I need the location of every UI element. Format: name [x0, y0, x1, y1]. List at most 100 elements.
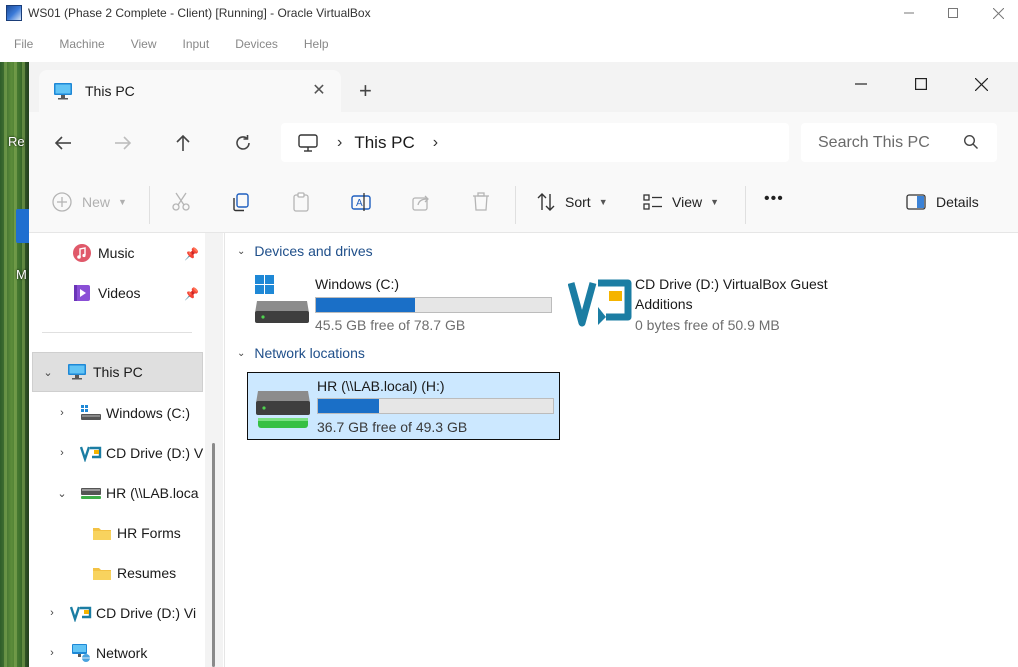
desktop-shortcut-icon[interactable] — [16, 209, 29, 243]
nav-item-cd-drive-2[interactable]: › CD Drive (D:) Vi — [45, 602, 196, 624]
drive-name-line-1: CD Drive (D:) VirtualBox Guest — [635, 276, 828, 292]
virtualbox-cd-icon — [80, 446, 102, 462]
arrow-right-icon — [115, 136, 132, 150]
share-icon — [412, 195, 429, 211]
chevron-right-icon[interactable]: › — [45, 647, 59, 659]
menu-input[interactable]: Input — [183, 37, 210, 51]
maximize-button[interactable] — [930, 0, 976, 26]
breadcrumb-chevron-icon[interactable]: › — [337, 134, 342, 152]
explorer-maximize-button[interactable] — [901, 68, 941, 100]
drive-tile-hr[interactable]: HR (\\LAB.local) (H:) 36.7 GB free of 49… — [247, 372, 560, 440]
menu-file[interactable]: File — [14, 37, 33, 51]
pin-icon[interactable]: 📌 — [184, 287, 199, 301]
explorer-minimize-button[interactable] — [841, 68, 881, 100]
drive-tile-cd-drive[interactable]: CD Drive (D:) VirtualBox Guest Additions… — [565, 271, 865, 335]
close-button[interactable] — [975, 0, 1018, 26]
refresh-button[interactable] — [229, 130, 257, 156]
desktop-icon-label[interactable]: M — [16, 267, 27, 282]
drive-free-space: 0 bytes free of 50.9 MB — [635, 317, 780, 333]
nav-item-hr-forms[interactable]: HR Forms — [92, 522, 181, 544]
share-button[interactable] — [410, 191, 432, 213]
drive-tile-windows-c[interactable]: Windows (C:) 45.5 GB free of 78.7 GB — [247, 271, 559, 335]
nav-item-resumes[interactable]: Resumes — [92, 562, 176, 584]
videos-icon — [74, 285, 90, 301]
menu-help[interactable]: Help — [304, 37, 329, 51]
pin-icon[interactable]: 📌 — [184, 247, 199, 261]
vbox-titlebar: WS01 (Phase 2 Complete - Client) [Runnin… — [0, 0, 1018, 26]
sort-icon — [537, 193, 555, 211]
nav-item-videos[interactable]: Videos — [72, 282, 141, 304]
menu-machine[interactable]: Machine — [59, 37, 104, 51]
drive-usage-bar — [317, 398, 554, 414]
scrollbar-thumb[interactable] — [212, 443, 215, 667]
nav-item-this-pc[interactable]: ⌄ This PC — [32, 352, 203, 392]
file-explorer-window: This PC ✕ + › This PC › Search This PC N… — [29, 62, 1018, 667]
monitor-icon — [54, 83, 72, 100]
rename-button[interactable]: A — [350, 191, 372, 213]
drive-usage-fill — [316, 298, 415, 312]
search-input[interactable]: Search This PC — [801, 123, 997, 162]
chevron-down-icon: ▼ — [118, 197, 127, 207]
chevron-down-icon[interactable]: ⌄ — [41, 366, 55, 379]
copy-icon — [233, 193, 249, 212]
nav-item-label: Resumes — [117, 565, 177, 581]
drive-usage-bar — [315, 297, 552, 313]
nav-item-network[interactable]: › Network — [45, 642, 147, 664]
scissors-icon — [172, 192, 190, 211]
virtualbox-cd-icon — [70, 606, 92, 622]
minimize-button[interactable] — [886, 0, 932, 26]
breadcrumb-this-pc[interactable]: This PC — [354, 133, 414, 153]
navigation-pane: Music 📌 Videos 📌 ⌄ This PC › Windows (C:… — [29, 233, 224, 667]
breadcrumb-chevron-icon[interactable]: › — [433, 134, 438, 152]
up-button[interactable] — [169, 130, 197, 156]
new-button[interactable]: New ▼ — [51, 191, 127, 213]
details-label: Details — [936, 194, 979, 210]
menu-view[interactable]: View — [131, 37, 157, 51]
nav-item-cd-drive[interactable]: › CD Drive (D:) V — [55, 442, 203, 464]
new-tab-icon[interactable]: + — [359, 80, 372, 102]
chevron-right-icon[interactable]: › — [55, 407, 69, 419]
nav-item-label: HR Forms — [117, 525, 181, 541]
group-header-network[interactable]: ⌄ Network locations — [237, 345, 365, 361]
nav-item-hr-drive[interactable]: ⌄ HR (\\LAB.loca — [55, 482, 198, 504]
search-placeholder: Search This PC — [818, 133, 930, 151]
group-header-devices[interactable]: ⌄ Devices and drives — [237, 243, 373, 259]
sort-button[interactable]: Sort ▼ — [535, 191, 608, 213]
maximize-icon — [948, 8, 958, 18]
network-drive-icon — [81, 488, 101, 499]
menu-devices[interactable]: Devices — [235, 37, 278, 51]
nav-scrollbar[interactable] — [205, 233, 223, 667]
minimize-icon — [904, 12, 914, 14]
delete-button[interactable] — [470, 191, 492, 213]
chevron-down-icon: ⌄ — [237, 347, 246, 359]
chevron-right-icon[interactable]: › — [45, 607, 59, 619]
nav-item-music[interactable]: Music — [72, 242, 135, 264]
tab-label: This PC — [85, 83, 135, 99]
more-options-button[interactable]: ••• — [764, 190, 784, 208]
chevron-right-icon[interactable]: › — [55, 447, 69, 459]
music-icon — [73, 244, 91, 262]
arrow-up-icon — [176, 134, 190, 151]
tab-this-pc[interactable]: This PC ✕ — [39, 70, 341, 112]
paste-button[interactable] — [290, 191, 312, 213]
cut-button[interactable] — [170, 191, 192, 213]
view-button[interactable]: View ▼ — [642, 191, 719, 213]
details-button[interactable]: Details — [905, 191, 979, 213]
view-icon — [643, 194, 662, 210]
trash-icon — [473, 192, 489, 211]
nav-item-label: Videos — [98, 285, 141, 301]
network-icon — [72, 644, 90, 662]
explorer-close-button[interactable] — [961, 68, 1001, 100]
vbox-window-title: WS01 (Phase 2 Complete - Client) [Runnin… — [28, 6, 371, 20]
tab-bar: This PC ✕ + — [29, 62, 1018, 112]
copy-button[interactable] — [230, 191, 252, 213]
maximize-icon — [915, 78, 927, 90]
chevron-down-icon[interactable]: ⌄ — [55, 487, 69, 500]
desktop-icon-label[interactable]: Re — [8, 134, 25, 149]
address-box[interactable]: › This PC › — [281, 123, 789, 162]
forward-button[interactable] — [109, 130, 137, 156]
back-button[interactable] — [49, 130, 77, 156]
nav-item-label: Windows (C:) — [106, 405, 191, 421]
tab-close-icon[interactable]: ✕ — [309, 80, 329, 100]
nav-item-windows-c[interactable]: › Windows (C:) — [55, 402, 190, 424]
